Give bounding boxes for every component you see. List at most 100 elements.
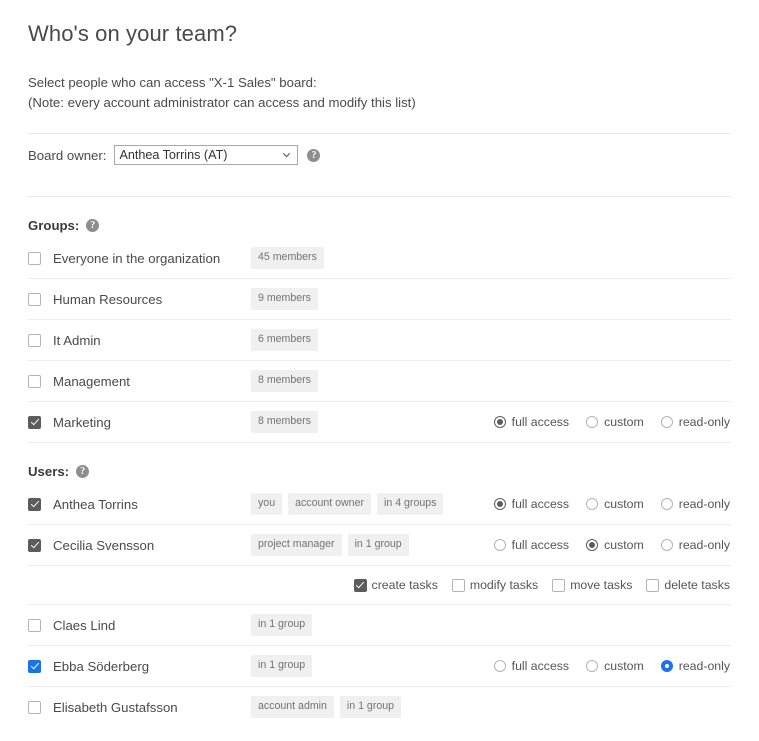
badge-group: you account owner in 4 groups	[251, 493, 444, 515]
access-option-read-only-ebba-s-derberg[interactable]: read-only	[660, 659, 730, 673]
name-cell: Everyone in the organization	[28, 251, 251, 266]
radio-custom-icon[interactable]	[586, 539, 599, 551]
name-cell: Claes Lind	[28, 618, 251, 633]
badge-in-4-groups: in 4 groups	[377, 493, 444, 515]
user-checkbox-claes-lind[interactable]	[28, 618, 41, 632]
permission-checkbox-delete-tasks[interactable]	[646, 578, 660, 592]
permission-checkbox-move-tasks[interactable]	[552, 578, 566, 592]
board-owner-help-icon[interactable]: ?	[307, 148, 321, 162]
users-help-icon[interactable]: ?	[76, 465, 90, 478]
access-option-label: full access	[511, 497, 570, 511]
badge-8-members: 8 members	[251, 370, 318, 392]
user-row: Ebba Söderberg in 1 group full access custo…	[28, 646, 731, 687]
user-row: Anthea Torrins you account owner in 4 group…	[28, 484, 731, 525]
group-checkbox-marketing[interactable]	[28, 415, 41, 429]
groups-heading-label: Groups:	[28, 218, 80, 233]
user-checkbox-ebba-s-derberg[interactable]	[28, 659, 41, 673]
permission-modify-tasks[interactable]: modify tasks	[451, 578, 538, 592]
access-option-custom-cecilia-svensson[interactable]: custom	[586, 538, 644, 552]
badge-you: you	[251, 493, 283, 515]
radio-custom-icon[interactable]	[586, 416, 599, 428]
name-cell: Cecilia Svensson	[28, 538, 251, 553]
radio-full-access-icon[interactable]	[493, 416, 506, 428]
permission-delete-tasks[interactable]: delete tasks	[646, 578, 730, 592]
groups-section-heading: Groups: ?	[28, 197, 731, 238]
group-row: Management 8 members	[28, 361, 731, 402]
radio-read-only-icon[interactable]	[660, 498, 673, 510]
badge-group: 6 members	[251, 329, 318, 351]
group-name: Marketing	[53, 414, 111, 430]
badge-group: 45 members	[251, 247, 324, 269]
access-option-full-access-ebba-s-derberg[interactable]: full access	[493, 659, 570, 673]
group-name: It Admin	[53, 332, 101, 348]
name-cell: Management	[28, 374, 251, 389]
badge-group: in 1 group	[251, 655, 313, 677]
board-owner-select[interactable]: Anthea Torrins (AT)	[114, 145, 299, 165]
access-option-label: read-only	[678, 415, 730, 429]
user-name: Anthea Torrins	[53, 496, 138, 512]
group-row: It Admin 6 members	[28, 320, 731, 361]
permission-move-tasks[interactable]: move tasks	[552, 578, 632, 592]
badge-9-members: 9 members	[251, 288, 318, 310]
access-option-read-only-marketing[interactable]: read-only	[660, 415, 730, 429]
access-option-label: full access	[511, 538, 570, 552]
group-checkbox-human-resources[interactable]	[28, 292, 41, 306]
groups-help-icon[interactable]: ?	[86, 219, 100, 232]
access-option-full-access-marketing[interactable]: full access	[493, 415, 569, 429]
group-checkbox-everyone-in-the-organization[interactable]	[28, 251, 41, 265]
access-option-full-access-anthea-torrins[interactable]: full access	[493, 497, 570, 511]
access-option-label: custom	[604, 415, 644, 429]
user-name: Cecilia Svensson	[53, 537, 155, 553]
user-row: Claes Lind in 1 group	[28, 605, 731, 646]
user-checkbox-anthea-torrins[interactable]	[28, 497, 41, 511]
user-checkbox-elisabeth-gustafsson[interactable]	[28, 700, 41, 714]
group-checkbox-it-admin[interactable]	[28, 333, 41, 347]
name-cell: Ebba Söderberg	[28, 659, 251, 674]
user-checkbox-cecilia-svensson[interactable]	[28, 538, 41, 552]
radio-custom-icon[interactable]	[586, 498, 599, 510]
user-name: Ebba Söderberg	[53, 658, 150, 674]
access-option-label: full access	[511, 659, 570, 673]
access-option-read-only-anthea-torrins[interactable]: read-only	[660, 497, 730, 511]
user-name: Elisabeth Gustafsson	[53, 699, 178, 715]
badge-in-1-group: in 1 group	[339, 696, 402, 718]
group-checkbox-management[interactable]	[28, 374, 41, 388]
badge-45-members: 45 members	[251, 247, 324, 269]
access-option-custom-ebba-s-derberg[interactable]: custom	[586, 659, 644, 673]
board-owner-selected-value: Anthea Torrins (AT)	[119, 148, 228, 162]
permission-label: move tasks	[570, 578, 633, 592]
radio-full-access-icon[interactable]	[493, 498, 506, 510]
radio-custom-icon[interactable]	[586, 660, 599, 672]
name-cell: It Admin	[28, 333, 251, 348]
badge-group: account admin in 1 group	[251, 696, 402, 718]
page-intro: Select people who can access "X-1 Sales"…	[28, 47, 731, 113]
custom-permissions-row: create tasks modify tasks move tasks delete…	[28, 566, 731, 605]
badge-group: 8 members	[251, 411, 318, 433]
board-owner-row: Board owner: Anthea Torrins (AT) ?	[28, 134, 731, 176]
name-cell: Human Resources	[28, 292, 251, 307]
groups-list: Everyone in the organization 45 members Hu…	[28, 238, 731, 443]
radio-read-only-icon[interactable]	[660, 660, 673, 672]
group-name: Everyone in the organization	[53, 250, 221, 266]
permission-label: delete tasks	[664, 578, 730, 592]
name-cell: Anthea Torrins	[28, 497, 251, 512]
radio-full-access-icon[interactable]	[493, 539, 506, 551]
badge-group: 8 members	[251, 370, 318, 392]
group-row: Everyone in the organization 45 members	[28, 238, 731, 279]
access-option-full-access-cecilia-svensson[interactable]: full access	[493, 538, 570, 552]
permission-checkbox-modify-tasks[interactable]	[451, 578, 465, 592]
radio-full-access-icon[interactable]	[493, 660, 506, 672]
badge-in-1-group: in 1 group	[251, 655, 313, 677]
access-option-read-only-cecilia-svensson[interactable]: read-only	[660, 538, 730, 552]
radio-read-only-icon[interactable]	[660, 416, 673, 428]
access-option-custom-marketing[interactable]: custom	[586, 415, 644, 429]
name-cell: Marketing	[28, 415, 251, 430]
radio-read-only-icon[interactable]	[660, 539, 673, 551]
group-name: Human Resources	[53, 291, 163, 307]
permission-checkbox-create-tasks[interactable]	[353, 578, 367, 592]
access-option-custom-anthea-torrins[interactable]: custom	[586, 497, 644, 511]
chevron-down-icon	[283, 153, 291, 158]
access-option-label: custom	[604, 538, 644, 552]
users-heading-label: Users:	[28, 464, 70, 479]
permission-create-tasks[interactable]: create tasks	[353, 578, 438, 592]
